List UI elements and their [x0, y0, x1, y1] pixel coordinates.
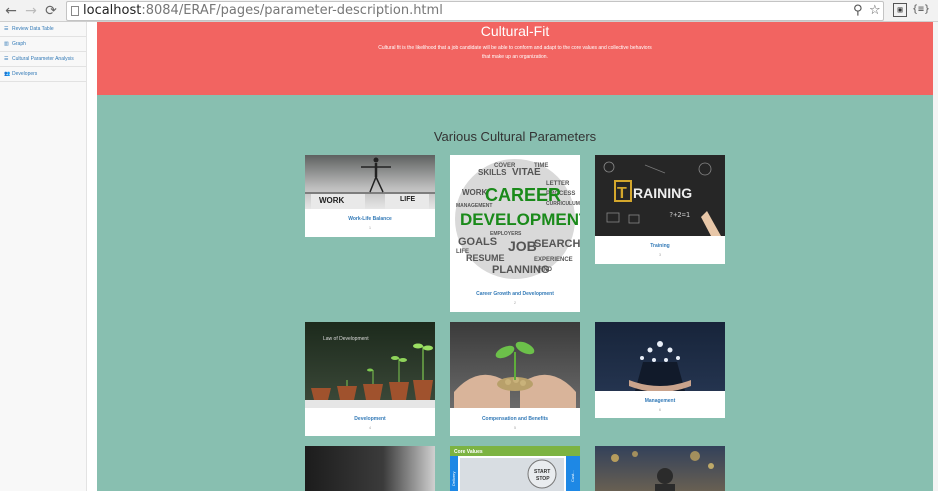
card-image [595, 322, 725, 391]
svg-text:MANAGEMENT: MANAGEMENT [456, 203, 492, 209]
table-icon: ☰ [4, 56, 9, 62]
card-number: 6 [658, 407, 662, 412]
card-image: T RAINING ?+2=1 [595, 155, 725, 236]
users-icon: 👥 [4, 71, 11, 77]
card-image [595, 446, 725, 491]
svg-text:COVER: COVER [494, 163, 516, 169]
sidebar-item-cultural-parameter-analysis[interactable]: ☰ Cultural Parameter Analysis [0, 52, 86, 67]
card-compensation[interactable]: Compensation and Benefits 5 [450, 322, 580, 436]
card-caption[interactable]: Work-Life Balance [305, 216, 435, 222]
card-caption[interactable]: Compensation and Benefits [450, 416, 580, 422]
table-icon: ☰ [4, 26, 9, 32]
svg-text:SEARCH: SEARCH [534, 238, 580, 250]
extension-icon[interactable]: ▣ [893, 3, 907, 17]
svg-text:Cust...: Cust... [570, 470, 575, 482]
svg-text:SKILLS: SKILLS [478, 168, 507, 177]
tightrope-illustration: WORK LIFE [305, 157, 435, 209]
sidebar-item-developers[interactable]: 👥 Developers [0, 67, 86, 82]
card-image: WORK LIFE [305, 155, 435, 209]
hero-description: Cultural fit is the likelihood that a jo… [378, 45, 652, 60]
svg-text:WORK: WORK [319, 196, 345, 205]
svg-text:TIME: TIME [534, 163, 548, 169]
gutter [88, 22, 97, 491]
card-caption[interactable]: Training [595, 243, 725, 249]
url-text: localhost:8084/ERAF/pages/parameter-desc… [83, 3, 443, 18]
card-number: 2 [513, 300, 517, 305]
card-caption[interactable]: Management [595, 398, 725, 404]
page-title: Cultural-Fit [480, 23, 550, 39]
sidebar-item-review-data-table[interactable]: ☰ Review Data Table [0, 22, 86, 37]
core-values-illustration: Core Values Delivery Cust... START STOP [450, 446, 580, 491]
section-title: Various Cultural Parameters [433, 129, 597, 144]
card-number: 1 [368, 225, 372, 230]
management-people-illustration [629, 341, 691, 391]
svg-text:?+2=1: ?+2=1 [669, 211, 690, 219]
svg-text:DEVELOPMENT: DEVELOPMENT [460, 210, 580, 229]
address-bar[interactable]: localhost:8084/ERAF/pages/parameter-desc… [66, 1, 884, 21]
card-image: SKILLS VITAE LETTER PROCESS WORK CAREER … [450, 155, 580, 289]
svg-text:LIFE: LIFE [400, 196, 415, 203]
hands-coins-illustration [454, 341, 576, 408]
back-icon[interactable]: ← [2, 2, 20, 20]
svg-text:START: START [534, 469, 550, 475]
svg-text:STOP: STOP [536, 476, 550, 482]
svg-text:RESUME: RESUME [466, 253, 505, 263]
word-cloud-illustration: SKILLS VITAE LETTER PROCESS WORK CAREER … [455, 159, 580, 279]
sidebar-item-graph[interactable]: ▥ Graph [0, 37, 86, 52]
svg-text:Delivery: Delivery [451, 472, 456, 486]
card-number: 3 [658, 252, 662, 257]
zoom-icon[interactable]: ⚲ [853, 3, 863, 19]
card-number: 5 [513, 425, 517, 430]
svg-text:CURRICULUM: CURRICULUM [546, 201, 580, 207]
svg-text:GOALS: GOALS [458, 236, 497, 248]
city-lights-illustration [611, 451, 714, 491]
bar-chart-icon: ▥ [4, 41, 9, 47]
card-caption[interactable]: Career Growth and Development [450, 291, 580, 297]
reload-icon[interactable]: ⟳ [42, 2, 60, 20]
chalkboard-illustration: T RAINING ?+2=1 [595, 155, 725, 236]
svg-text:JOB: JOB [508, 238, 537, 254]
svg-text:T: T [617, 185, 627, 202]
svg-text:RAINING: RAINING [633, 185, 692, 201]
card-image: Law of Development [305, 322, 435, 408]
card-caption[interactable]: Development [305, 416, 435, 422]
svg-text:Law of Development: Law of Development [323, 336, 369, 342]
card-work-life-balance[interactable]: WORK LIFE Work-Life Balance 1 [305, 155, 435, 237]
extension-json-icon[interactable]: {≡} [912, 3, 930, 17]
card-training[interactable]: T RAINING ?+2=1 Training 3 [595, 155, 725, 264]
browser-toolbar: ← → ⟳ localhost:8084/ERAF/pages/paramete… [0, 0, 938, 22]
bookmark-star-icon[interactable]: ☆ [869, 3, 881, 19]
card-image [305, 446, 435, 491]
card-number: 4 [368, 425, 372, 430]
sidebar: ☰ Review Data Table ▥ Graph ☰ Cultural Para… [0, 22, 87, 491]
svg-text:FIND: FIND [538, 267, 553, 273]
card-image: Core Values Delivery Cust... START STOP [450, 446, 580, 491]
card-management[interactable]: Management 6 [595, 322, 725, 418]
scrollbar[interactable] [933, 22, 938, 491]
page-icon [71, 6, 79, 16]
svg-text:Core Values: Core Values [454, 449, 483, 455]
card-partial-3[interactable] [595, 446, 725, 491]
card-development[interactable]: Law of Development Development 4 [305, 322, 435, 436]
card-career-growth[interactable]: SKILLS VITAE LETTER PROCESS WORK CAREER … [450, 155, 580, 312]
main-content: Cultural-Fit Cultural fit is the likelih… [97, 22, 933, 491]
svg-text:LIFE: LIFE [456, 249, 469, 255]
hero-banner: Cultural-Fit Cultural fit is the likelih… [97, 22, 933, 95]
card-image [450, 322, 580, 408]
svg-text:EXPERIENCE: EXPERIENCE [534, 257, 573, 263]
plant-growth-illustration: Law of Development [305, 336, 435, 408]
svg-text:WORK: WORK [462, 188, 488, 197]
svg-text:EMPLOYERS: EMPLOYERS [490, 231, 522, 237]
card-core-values[interactable]: Core Values Delivery Cust... START STOP [450, 446, 580, 491]
forward-icon[interactable]: → [22, 2, 40, 20]
card-partial-1[interactable] [305, 446, 435, 491]
